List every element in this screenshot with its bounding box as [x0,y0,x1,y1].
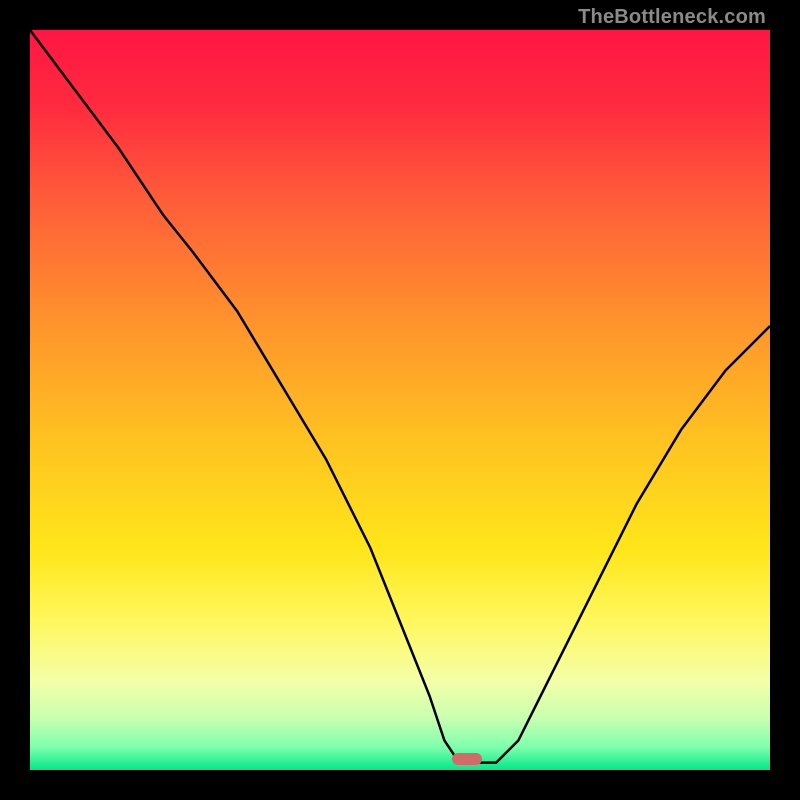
curve-path [30,30,770,763]
optimum-marker [452,753,482,765]
chart-container: TheBottleneck.com [0,0,800,800]
watermark-text: TheBottleneck.com [578,6,766,29]
plot-area [30,30,770,770]
bottleneck-curve [30,30,770,770]
